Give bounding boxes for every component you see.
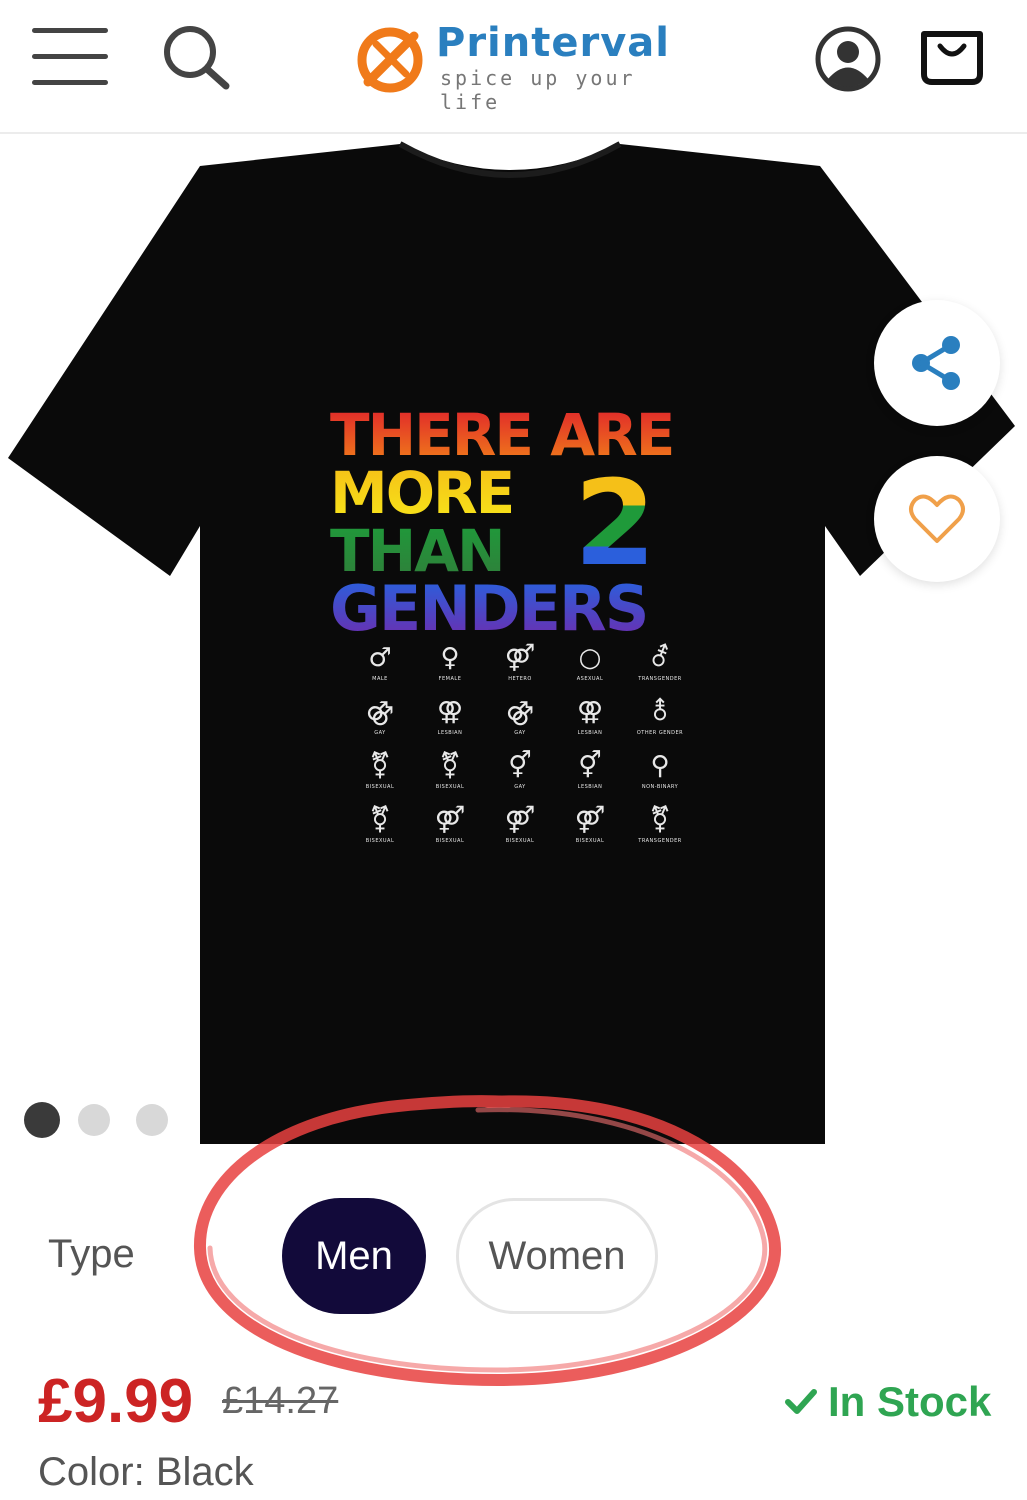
design-number: 2 (574, 454, 657, 592)
gender-symbol-label: LESBIAN (577, 784, 603, 790)
gender-symbol-icon: ⚢ (576, 697, 604, 727)
gender-symbol: ⚤ BISEXUAL (485, 803, 555, 845)
gender-symbol-icon: ⚧ (439, 751, 461, 781)
gender-symbol-icon: ♂ (368, 643, 392, 673)
gender-symbol-label: NON-BINARY (641, 784, 679, 790)
gender-symbol: ⚨ OTHER GENDER (625, 695, 695, 737)
gender-symbol-label: BISEXUAL (435, 838, 465, 844)
gender-symbol: ⚧ TRANSGENDER (625, 803, 695, 845)
menu-icon[interactable] (32, 24, 108, 88)
gender-symbol-icon: ⚥ (508, 751, 532, 781)
color-info: Color: Black (38, 1450, 254, 1495)
gender-symbol-icon: ⚧ (649, 805, 671, 835)
gender-symbol-label: BISEXUAL (435, 784, 465, 790)
gender-symbol-icon: ⚦ (649, 643, 671, 673)
stock-status: In Stock (782, 1378, 991, 1426)
gender-symbol-icon: ⚧ (369, 805, 391, 835)
gender-symbol-icon: ⚤ (504, 643, 536, 673)
gender-symbol-icon: ⚤ (504, 805, 536, 835)
share-icon (912, 336, 960, 390)
original-price: £14.27 (222, 1380, 339, 1422)
gender-symbol-label: BISEXUAL (365, 838, 395, 844)
gender-symbol: ⚤ BISEXUAL (555, 803, 625, 845)
gender-symbol-label: MALE (372, 676, 388, 682)
brand-logo[interactable]: Printerval spice up your life (356, 20, 676, 114)
gender-symbol-label: TRANSGENDER (638, 838, 682, 844)
gender-symbol-label: OTHER GENDER (636, 730, 684, 736)
carousel-dot-2[interactable] (78, 1104, 110, 1136)
logo-mark-icon (356, 22, 426, 96)
gender-symbol-icon: ⚤ (434, 805, 466, 835)
current-price: £9.99 (38, 1367, 194, 1436)
gender-symbol: ⚤ HETERO (485, 641, 555, 683)
type-option-women[interactable]: Women (456, 1198, 658, 1314)
gender-symbol-label: FEMALE (438, 676, 462, 682)
check-icon (785, 1389, 817, 1414)
gender-symbol-label: GAY (374, 730, 386, 736)
color-label: Color: (38, 1450, 145, 1494)
share-button[interactable] (874, 300, 1000, 426)
gender-symbol: ⚣ GAY (485, 695, 555, 737)
gender-symbol-label: GAY (514, 784, 526, 790)
gender-symbol-label: BISEXUAL (365, 784, 395, 790)
heart-icon (909, 494, 965, 543)
gender-symbol: ⚣ GAY (345, 695, 415, 737)
gender-symbol-icon: ○ (578, 643, 602, 673)
gender-symbol: ♂ MALE (345, 641, 415, 683)
gender-symbol-icon: ⚣ (505, 697, 535, 727)
gender-symbol-icon: ⚨ (649, 697, 671, 727)
gender-symbol-icon: ⚲ (650, 751, 670, 781)
shirt-design: THERE ARE MORE THAN GENDERS 2 (330, 406, 700, 640)
gender-symbol: ⚦ TRANSGENDER (625, 641, 695, 683)
carousel-indicators (24, 1102, 184, 1142)
gender-symbol: ⚤ BISEXUAL (415, 803, 485, 845)
gender-symbols-grid: ♂ MALE ♀ FEMALE ⚤ HETERO ○ ASEXUAL ⚦ TRANSGENDER ⚣… (345, 641, 695, 845)
gender-symbol-label: HETERO (508, 676, 532, 682)
gender-symbol-icon: ♀ (440, 643, 460, 673)
gender-symbol: ♀ FEMALE (415, 641, 485, 683)
account-icon[interactable] (812, 24, 884, 94)
gender-symbol-icon: ⚧ (369, 751, 391, 781)
gender-symbol-icon: ⚤ (574, 805, 606, 835)
gender-symbol-label: TRANSGENDER (638, 676, 682, 682)
gender-symbol-label: GAY (514, 730, 526, 736)
gender-symbol: ⚥ LESBIAN (555, 749, 625, 791)
gender-symbol: ⚥ GAY (485, 749, 555, 791)
carousel-dot-1[interactable] (24, 1102, 60, 1138)
gender-symbol: ⚲ NON-BINARY (625, 749, 695, 791)
color-value: Black (155, 1450, 254, 1494)
brand-name: Printerval (436, 20, 670, 66)
gender-symbol-icon: ⚣ (365, 697, 395, 727)
gender-symbol: ○ ASEXUAL (555, 641, 625, 683)
cart-icon[interactable] (916, 26, 988, 88)
gender-symbol-label: ASEXUAL (576, 676, 604, 682)
brand-tagline: spice up your life (440, 66, 636, 114)
gender-symbol-label: LESBIAN (437, 730, 463, 736)
product-image-carousel[interactable]: THERE ARE MORE THAN GENDERS 2 ♂ MALE ♀ FEMA… (0, 136, 1027, 1156)
type-option-men[interactable]: Men (282, 1198, 426, 1314)
type-label: Type (48, 1232, 135, 1276)
gender-symbol-label: BISEXUAL (575, 838, 605, 844)
search-icon[interactable] (160, 22, 234, 92)
carousel-dot-3[interactable] (136, 1104, 168, 1136)
gender-symbol: ⚢ LESBIAN (415, 695, 485, 737)
gender-symbol: ⚧ BISEXUAL (415, 749, 485, 791)
gender-symbol-label: BISEXUAL (505, 838, 535, 844)
gender-symbol: ⚢ LESBIAN (555, 695, 625, 737)
top-header: Printerval spice up your life (0, 0, 1027, 134)
gender-symbol-icon: ⚥ (578, 751, 602, 781)
gender-symbol: ⚧ BISEXUAL (345, 749, 415, 791)
wishlist-button[interactable] (874, 456, 1000, 582)
gender-symbol-label: LESBIAN (577, 730, 603, 736)
gender-symbol: ⚧ BISEXUAL (345, 803, 415, 845)
stock-status-text: In Stock (828, 1378, 992, 1425)
gender-symbol-icon: ⚢ (436, 697, 464, 727)
